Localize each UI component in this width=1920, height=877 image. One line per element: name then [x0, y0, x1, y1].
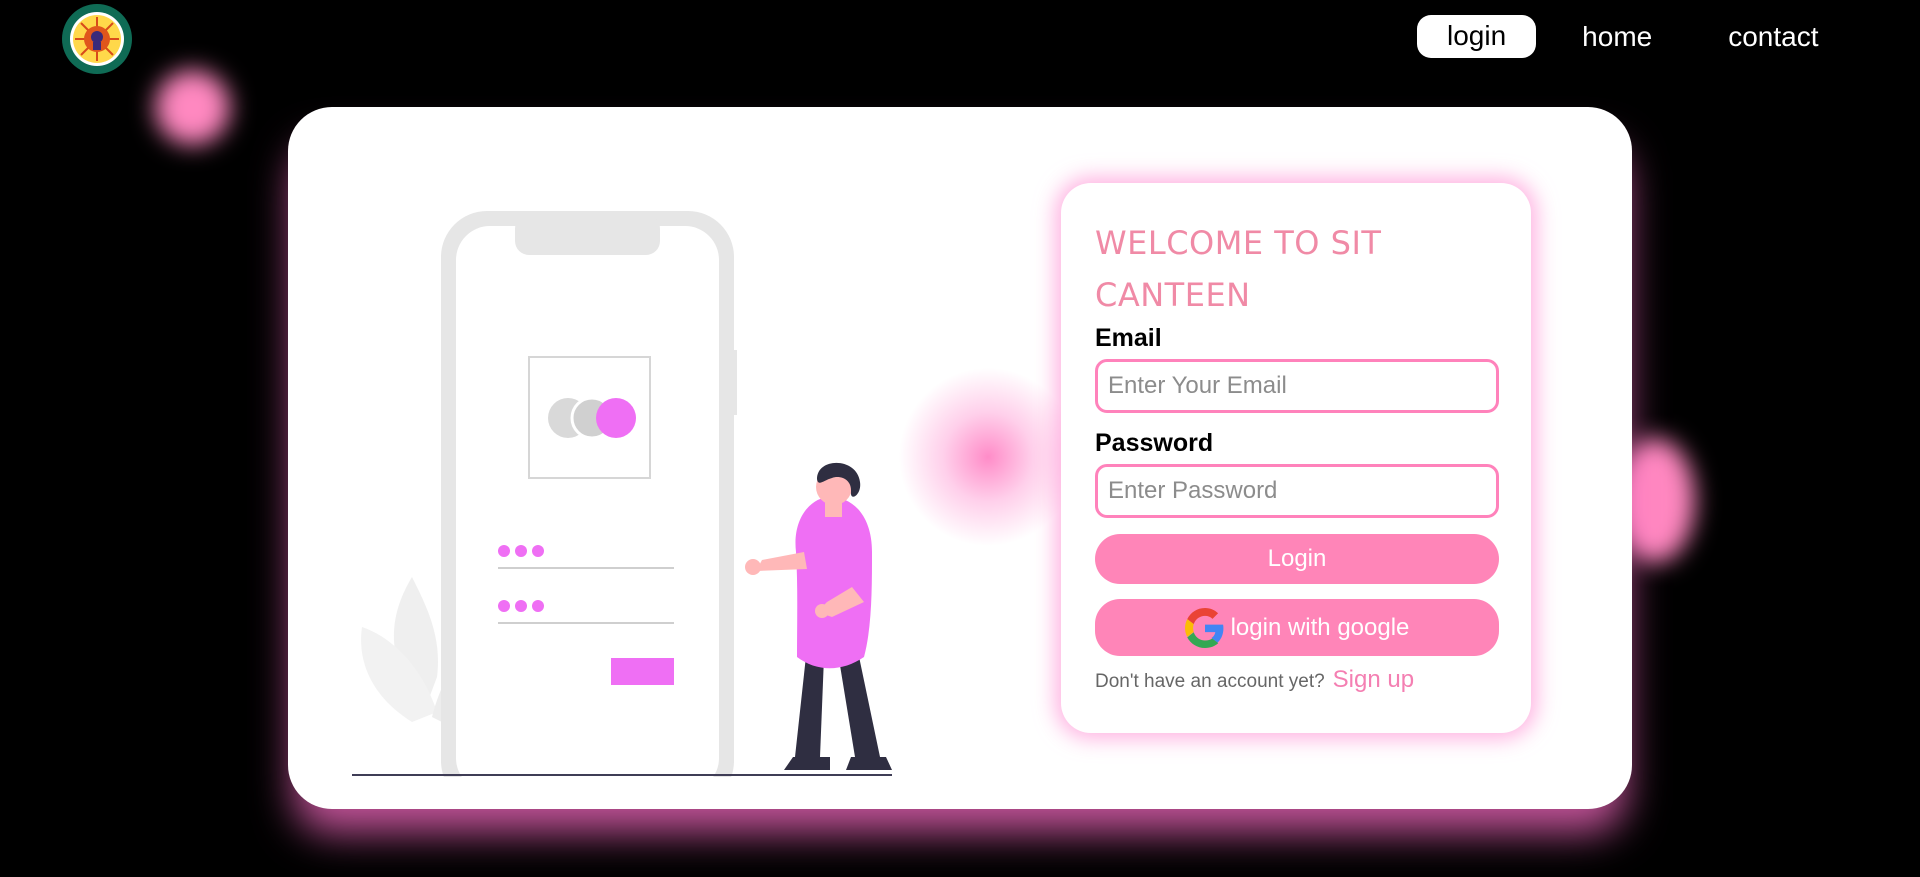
phone-icon: [441, 211, 737, 777]
nav-contact-link[interactable]: contact: [1728, 17, 1818, 57]
google-icon: [1184, 607, 1224, 648]
email-label: Email: [1095, 324, 1162, 352]
email-field[interactable]: [1095, 359, 1499, 413]
decorative-glow: [898, 367, 1078, 547]
person-icon: [745, 462, 892, 770]
nav-home-link[interactable]: home: [1582, 17, 1652, 57]
main-card: WELCOME TO SIT CANTEEN Email Password Lo…: [288, 107, 1632, 809]
login-page: login home contact WELCOME TO SIT CANTEE…: [0, 0, 1920, 877]
decorative-orb: [155, 70, 230, 145]
college-seal-icon[interactable]: [60, 2, 134, 76]
top-nav: login home contact: [1417, 15, 1819, 58]
signup-link[interactable]: Sign up: [1333, 666, 1414, 694]
login-button-label: Login: [1267, 545, 1327, 572]
nav-login-link[interactable]: login: [1417, 15, 1537, 58]
password-label: Password: [1095, 429, 1214, 457]
login-button[interactable]: Login: [1095, 534, 1499, 584]
google-button-label: login with google: [1230, 613, 1410, 641]
login-panel: WELCOME TO SIT CANTEEN Email Password Lo…: [1061, 183, 1531, 733]
signup-prompt: Don't have an account yet?: [1095, 671, 1325, 692]
google-login-button[interactable]: login with google: [1095, 599, 1499, 656]
page-title: WELCOME TO SIT CANTEEN: [1095, 224, 1382, 314]
signup-row: Don't have an account yet? Sign up: [1095, 666, 1497, 694]
login-illustration: [352, 211, 892, 777]
password-field[interactable]: [1095, 464, 1499, 518]
